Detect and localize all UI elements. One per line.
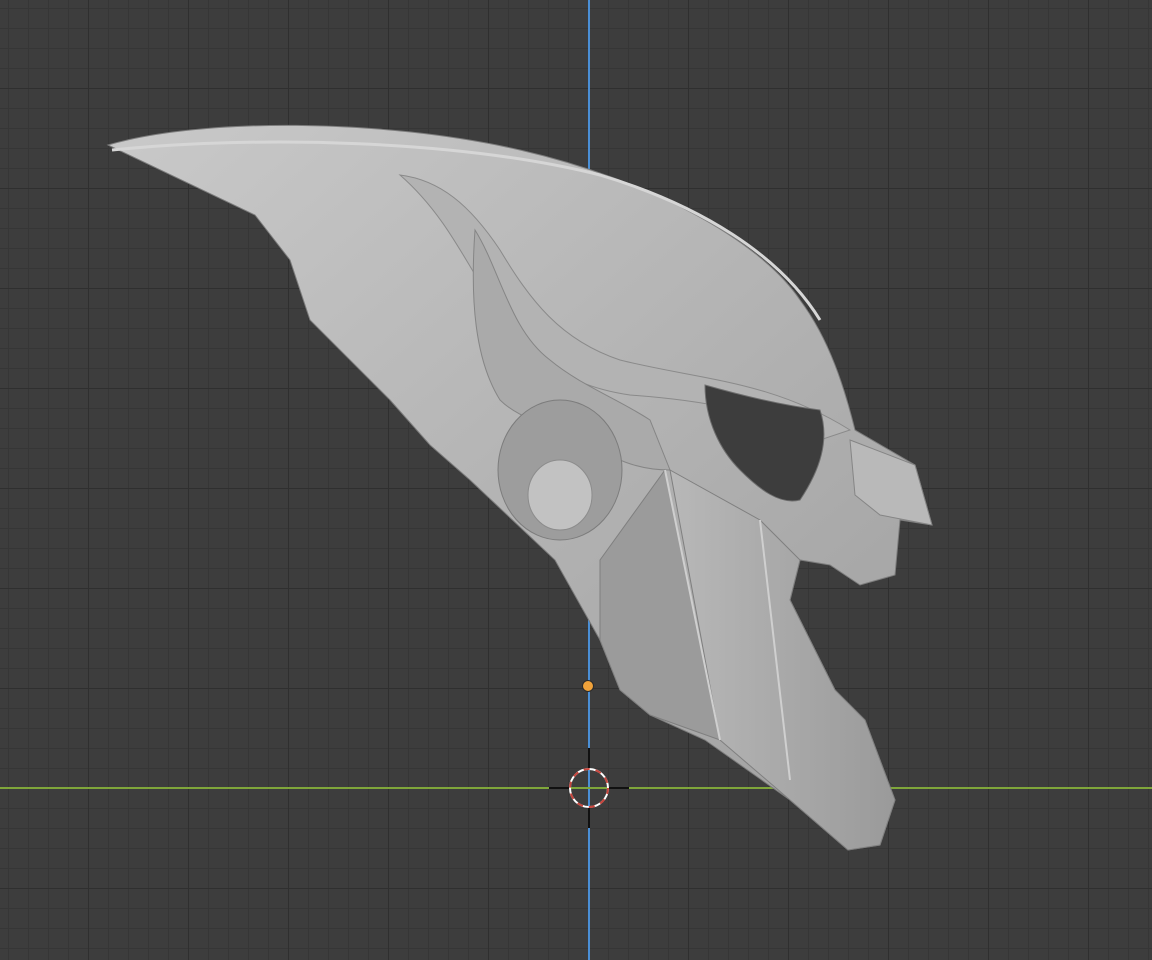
3d-cursor-icon[interactable] — [549, 748, 629, 828]
3d-viewport[interactable] — [0, 0, 1152, 960]
object-origin-dot — [582, 680, 594, 692]
ear-inner — [527, 459, 593, 531]
